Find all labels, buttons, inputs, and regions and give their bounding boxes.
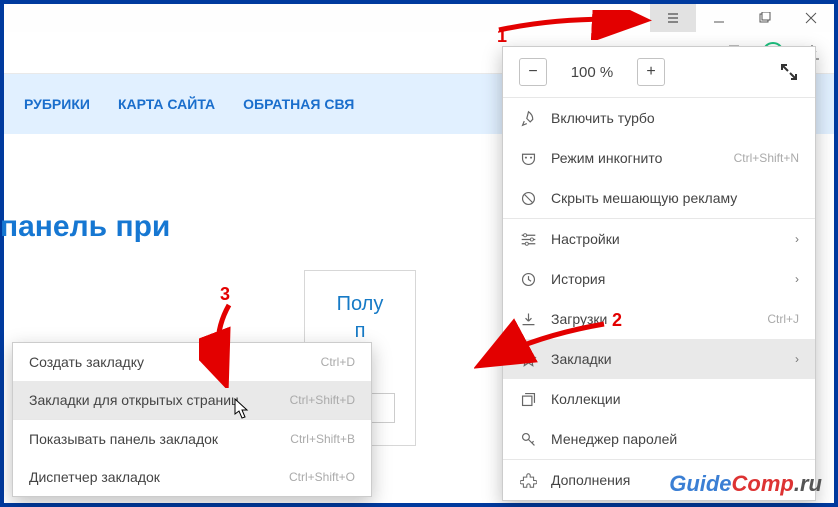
nav-link-feedback[interactable]: ОБРАТНАЯ СВЯ [243,96,354,112]
menu-item-passwords[interactable]: Менеджер паролей [503,419,815,459]
puzzle-icon [519,471,537,489]
menu-item-incognito[interactable]: Режим инкогнито Ctrl+Shift+N [503,138,815,178]
menu-item-hide-ads[interactable]: Скрыть мешающую рекламу [503,178,815,218]
submenu-shortcut: Ctrl+Shift+O [289,470,355,484]
bookmarks-submenu: Создать закладку Ctrl+D Закладки для отк… [12,342,372,497]
download-icon [519,310,537,328]
submenu-shortcut: Ctrl+D [321,355,355,369]
nav-link-sitemap[interactable]: КАРТА САЙТА [118,96,215,112]
maximize-icon [759,12,771,24]
submenu-item-show-bookmarks-bar[interactable]: Показывать панель закладок Ctrl+Shift+B [13,420,371,458]
menu-label: Загрузки [551,311,607,327]
submenu-label: Показывать панель закладок [29,431,218,447]
nav-link-rubrics[interactable]: РУБРИКИ [24,96,90,112]
hamburger-icon [667,12,679,24]
rocket-icon [519,109,537,127]
maximize-button[interactable] [742,4,788,32]
window-titlebar [4,4,834,32]
menu-label: Включить турбо [551,110,655,126]
menu-label: История [551,271,605,287]
submenu-shortcut: Ctrl+Shift+B [290,432,355,446]
watermark: GuideComp.ru [669,471,822,497]
mask-icon [519,149,537,167]
menu-label: Дополнения [551,472,630,488]
clock-icon [519,270,537,288]
menu-label: Менеджер паролей [551,431,677,447]
star-icon [519,350,537,368]
menu-item-turbo[interactable]: Включить турбо [503,98,815,138]
menu-label: Настройки [551,231,620,247]
menu-label: Скрыть мешающую рекламу [551,190,737,206]
fullscreen-button[interactable] [779,62,799,82]
menu-label: Закладки [551,351,612,367]
block-icon [519,189,537,207]
annotation-number-1: 1 [497,26,507,47]
sliders-icon [519,230,537,248]
collections-icon [519,390,537,408]
chevron-right-icon: › [795,272,799,286]
menu-shortcut: Ctrl+J [767,312,799,326]
minimize-icon [713,12,725,24]
chevron-right-icon: › [795,352,799,366]
menu-item-settings[interactable]: Настройки › [503,219,815,259]
cursor-icon [234,398,252,420]
submenu-item-create-bookmark[interactable]: Создать закладку Ctrl+D [13,343,371,381]
menu-label: Коллекции [551,391,621,407]
widget-title-2: п [325,320,395,343]
close-button[interactable] [788,4,834,32]
submenu-item-bookmark-open-pages[interactable]: Закладки для открытых страниц Ctrl+Shift… [13,381,371,419]
submenu-label: Создать закладку [29,354,144,370]
menu-label: Режим инкогнито [551,150,662,166]
zoom-out-button[interactable]: − [519,58,547,86]
zoom-value: 100 % [565,64,619,81]
key-icon [519,430,537,448]
close-icon [805,12,817,24]
minimize-button[interactable] [696,4,742,32]
menu-item-history[interactable]: История › [503,259,815,299]
menu-item-collections[interactable]: Коллекции [503,379,815,419]
zoom-row: − 100 % + [503,47,815,97]
menu-shortcut: Ctrl+Shift+N [734,151,799,165]
annotation-number-3: 3 [220,284,230,305]
widget-title-1: Полу [325,293,395,316]
chevron-right-icon: › [795,232,799,246]
annotation-number-2: 2 [612,310,622,331]
menu-item-downloads[interactable]: Загрузки Ctrl+J [503,299,815,339]
menu-item-bookmarks[interactable]: Закладки › [503,339,815,379]
hamburger-button[interactable] [650,4,696,32]
submenu-item-bookmark-manager[interactable]: Диспетчер закладок Ctrl+Shift+O [13,458,371,496]
zoom-in-button[interactable]: + [637,58,665,86]
submenu-label: Диспетчер закладок [29,469,160,485]
submenu-label: Закладки для открытых страниц [29,392,239,408]
main-menu: − 100 % + Включить турбо Режим инкогнито… [502,46,816,501]
submenu-shortcut: Ctrl+Shift+D [290,393,355,407]
